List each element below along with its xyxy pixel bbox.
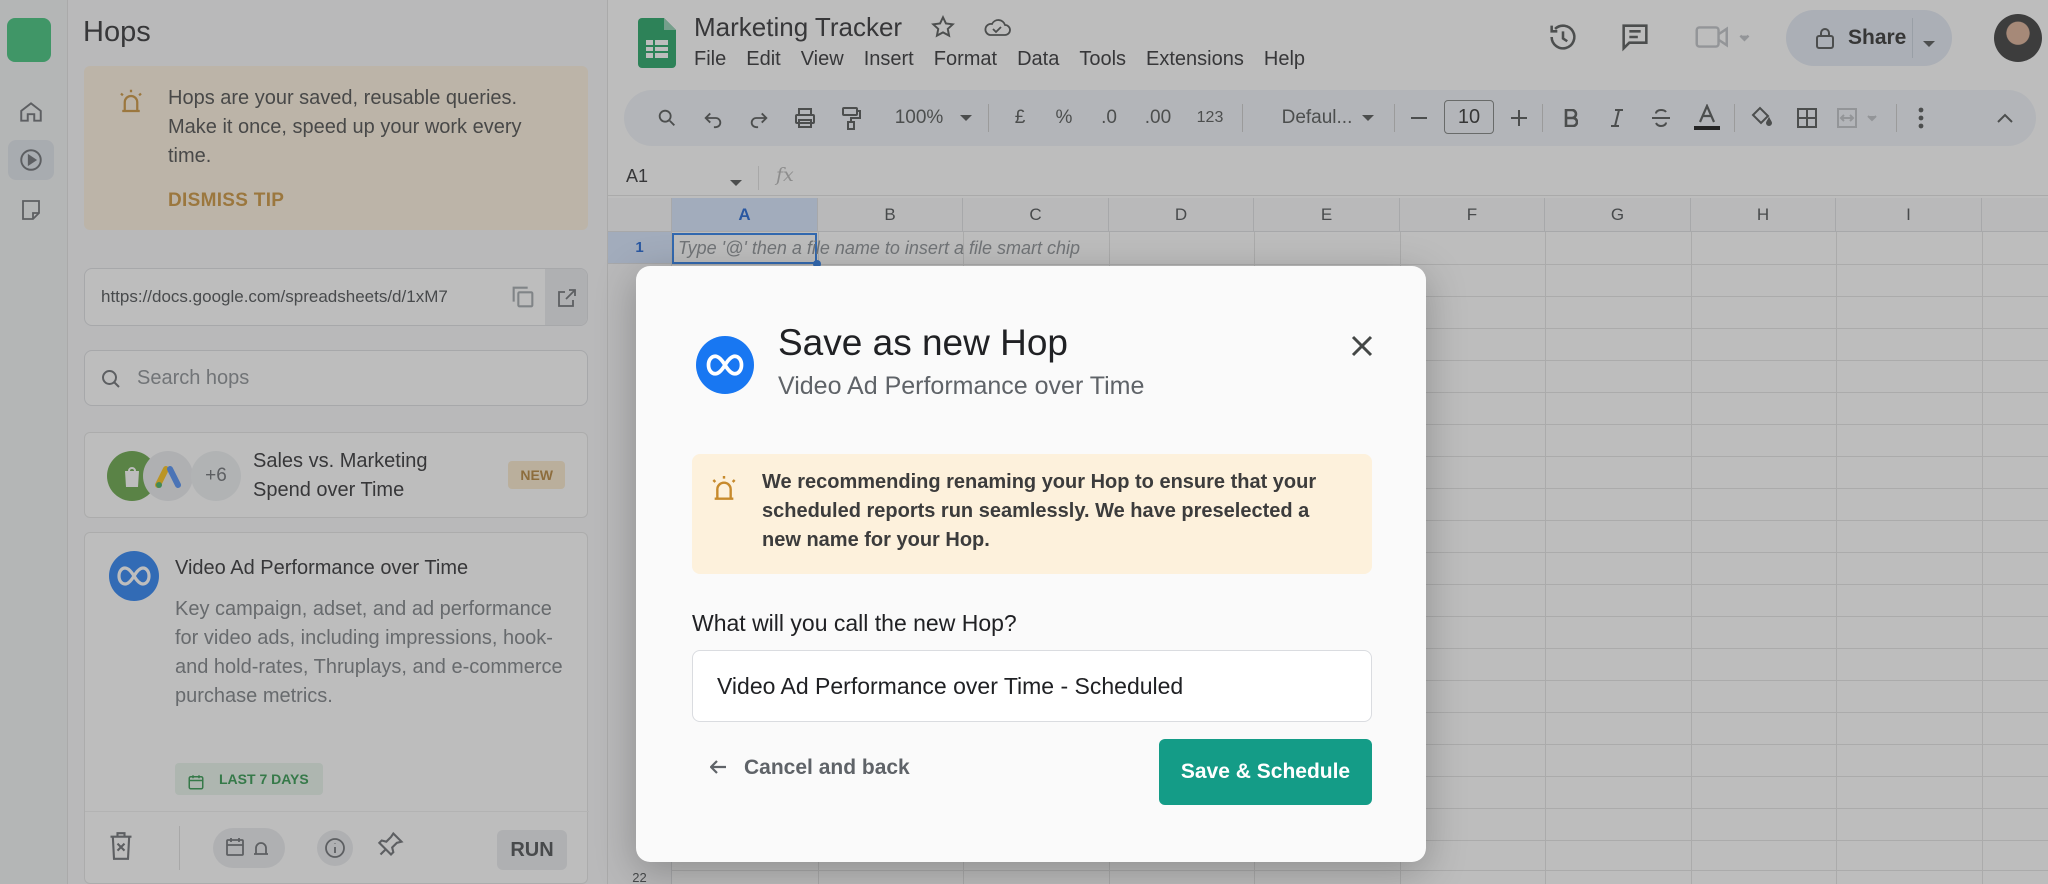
save-hop-dialog: Save as new Hop Video Ad Performance ove…	[636, 266, 1426, 862]
dialog-subtitle: Video Ad Performance over Time	[778, 372, 1145, 400]
alarm-icon	[708, 472, 740, 509]
cancel-label: Cancel and back	[744, 756, 910, 779]
hop-name-input[interactable]	[692, 650, 1372, 722]
close-icon[interactable]	[1342, 326, 1382, 366]
arrow-left-icon	[709, 756, 726, 780]
dialog-title: Save as new Hop	[778, 322, 1069, 363]
rename-notice: We recommending renaming your Hop to ens…	[692, 454, 1372, 574]
notice-text: We recommending renaming your Hop to ens…	[762, 471, 1317, 551]
hop-name-label: What will you call the new Hop?	[692, 610, 1017, 636]
meta-icon	[696, 336, 754, 394]
cancel-button[interactable]: Cancel and back	[709, 756, 910, 780]
save-schedule-button[interactable]: Save & Schedule	[1159, 739, 1372, 805]
